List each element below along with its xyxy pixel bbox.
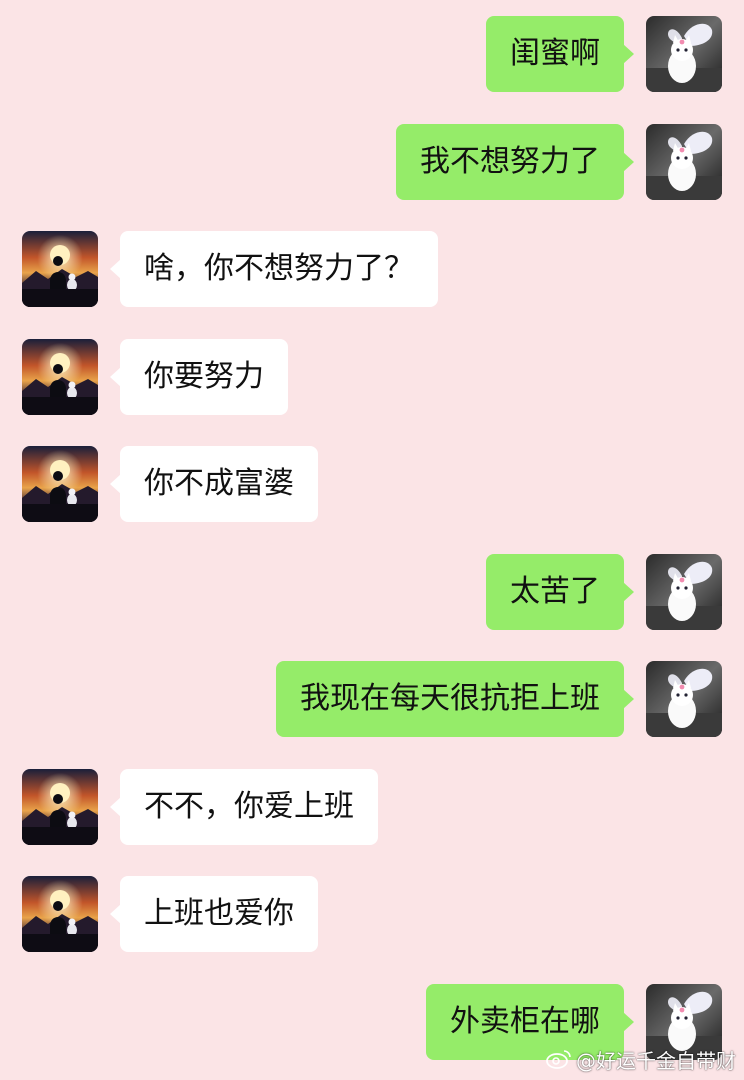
sent-message-bubble[interactable]: 我不想努力了 — [396, 124, 634, 200]
weibo-logo-icon — [546, 1050, 571, 1069]
message-row: 我不想努力了 — [0, 124, 744, 200]
self-avatar[interactable] — [646, 661, 722, 737]
contact-avatar[interactable] — [22, 339, 98, 415]
message-row: 啥，你不想努力了？ — [0, 231, 744, 307]
contact-avatar[interactable] — [22, 446, 98, 522]
watermark-text: @好运千金自带财 — [576, 1048, 736, 1073]
sent-message-bubble[interactable]: 我现在每天很抗拒上班 — [276, 661, 634, 737]
received-message-bubble[interactable]: 啥，你不想努力了？ — [110, 231, 438, 307]
message-row: 你要努力 — [0, 339, 744, 415]
message-row: 不不，你爱上班 — [0, 769, 744, 845]
self-avatar[interactable] — [646, 554, 722, 630]
contact-avatar[interactable] — [22, 876, 98, 952]
received-message-bubble[interactable]: 不不，你爱上班 — [110, 769, 378, 845]
watermark: @好运千金自带财 — [546, 1044, 736, 1074]
sent-message-bubble[interactable]: 闺蜜啊 — [486, 16, 634, 92]
self-avatar[interactable] — [646, 16, 722, 92]
message-row: 我现在每天很抗拒上班 — [0, 661, 744, 737]
contact-avatar[interactable] — [22, 231, 98, 307]
self-avatar[interactable] — [646, 124, 722, 200]
received-message-bubble[interactable]: 你不成富婆 — [110, 446, 318, 522]
received-message-bubble[interactable]: 上班也爱你 — [110, 876, 318, 952]
message-row: 太苦了 — [0, 554, 744, 630]
contact-avatar[interactable] — [22, 769, 98, 845]
message-row: 上班也爱你 — [0, 876, 744, 952]
sent-message-bubble[interactable]: 太苦了 — [486, 554, 634, 630]
received-message-bubble[interactable]: 你要努力 — [110, 339, 288, 415]
message-row: 闺蜜啊 — [0, 16, 744, 92]
message-row: 你不成富婆 — [0, 446, 744, 522]
